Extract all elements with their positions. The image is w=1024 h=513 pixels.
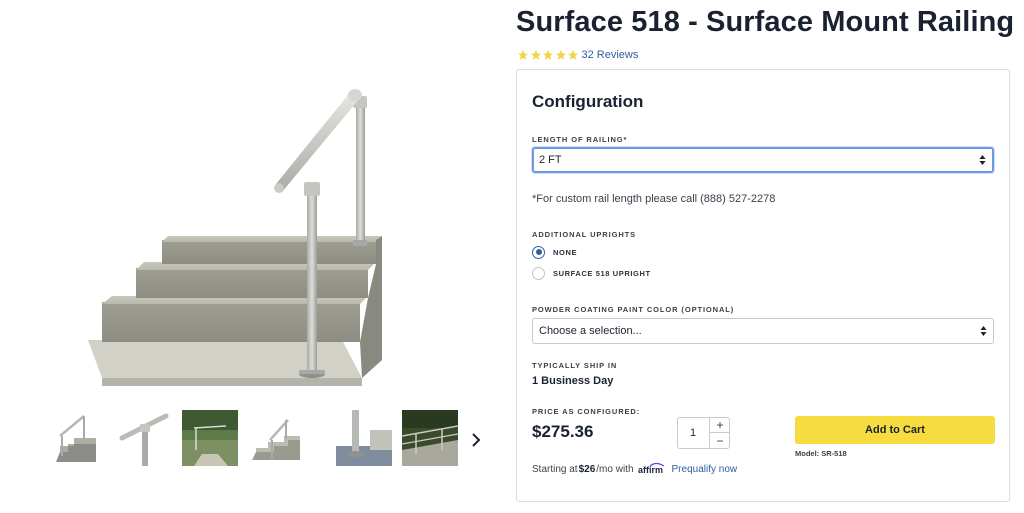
affirm-logo: affirm	[638, 462, 668, 476]
main-product-image[interactable]	[50, 60, 450, 390]
configuration-heading: Configuration	[532, 92, 644, 111]
price-value: $275.36	[532, 422, 594, 441]
thumbnail-3[interactable]	[182, 410, 238, 466]
paint-color-select[interactable]: Choose a selection...	[532, 318, 994, 344]
custom-length-note: *For custom rail length please call (888…	[532, 193, 776, 205]
upright-option-surface-518[interactable]: SURFACE 518 UPRIGHT	[532, 265, 651, 281]
thumbnail-4[interactable]	[248, 410, 304, 466]
radio-button[interactable]	[532, 266, 545, 280]
thumbnail-strip	[50, 410, 490, 470]
star-icon	[518, 50, 528, 60]
product-rating: 32 Reviews	[517, 48, 638, 62]
financing-info: Starting at $26 /mo with affirm Prequali…	[532, 462, 737, 476]
configuration-panel: Configuration LENGTH OF RAILING* 2 FT *F…	[516, 69, 1010, 502]
price-label: PRICE AS CONFIGURED:	[532, 407, 641, 416]
select-caret-icon	[979, 155, 986, 165]
upright-option-label: SURFACE 518 UPRIGHT	[553, 268, 651, 278]
length-label: LENGTH OF RAILING*	[532, 135, 628, 144]
ship-time-label: TYPICALLY SHIP IN	[532, 361, 618, 370]
upright-option-none[interactable]: NONE	[532, 244, 577, 260]
star-icon	[530, 50, 541, 60]
thumbnail-5[interactable]	[336, 410, 392, 466]
affirm-logo-text: affirm	[638, 465, 663, 475]
length-select-value: 2 FT	[539, 154, 562, 166]
prequalify-link[interactable]: Prequalify now	[672, 464, 738, 475]
star-icon	[568, 50, 578, 60]
quantity-increase-button[interactable]: +	[710, 418, 730, 433]
financing-prefix: Starting at	[532, 463, 578, 475]
thumbnail-1[interactable]	[50, 410, 106, 466]
thumbnail-2[interactable]	[116, 410, 172, 466]
quantity-stepper: 1 + −	[677, 417, 730, 449]
product-title: Surface 518 - Surface Mount Railing	[516, 6, 1015, 38]
product-gallery	[0, 0, 500, 513]
length-select[interactable]: 2 FT	[532, 147, 994, 173]
quantity-decrease-button[interactable]: −	[710, 433, 730, 448]
paint-color-label: POWDER COATING PAINT COLOR (OPTIONAL)	[532, 305, 735, 314]
star-icon	[555, 50, 566, 60]
ship-time-value: 1 Business Day	[532, 375, 614, 387]
chevron-right-icon[interactable]	[465, 425, 487, 455]
star-rating	[517, 49, 580, 61]
radio-button[interactable]	[532, 245, 545, 259]
reviews-link[interactable]: 32 Reviews	[582, 49, 639, 61]
upright-option-label: NONE	[553, 247, 578, 257]
quantity-input[interactable]: 1	[678, 418, 708, 448]
add-to-cart-button[interactable]: Add to Cart	[795, 416, 995, 444]
thumbnail-6[interactable]	[402, 410, 458, 466]
paint-select-value: Choose a selection...	[539, 325, 642, 337]
financing-amount: $26	[578, 463, 596, 475]
model-number: Model: SR-518	[795, 449, 847, 458]
select-caret-icon	[980, 326, 987, 336]
star-icon	[543, 50, 553, 60]
uprights-label: ADDITIONAL UPRIGHTS	[532, 230, 637, 239]
financing-suffix: /mo with	[596, 463, 634, 475]
